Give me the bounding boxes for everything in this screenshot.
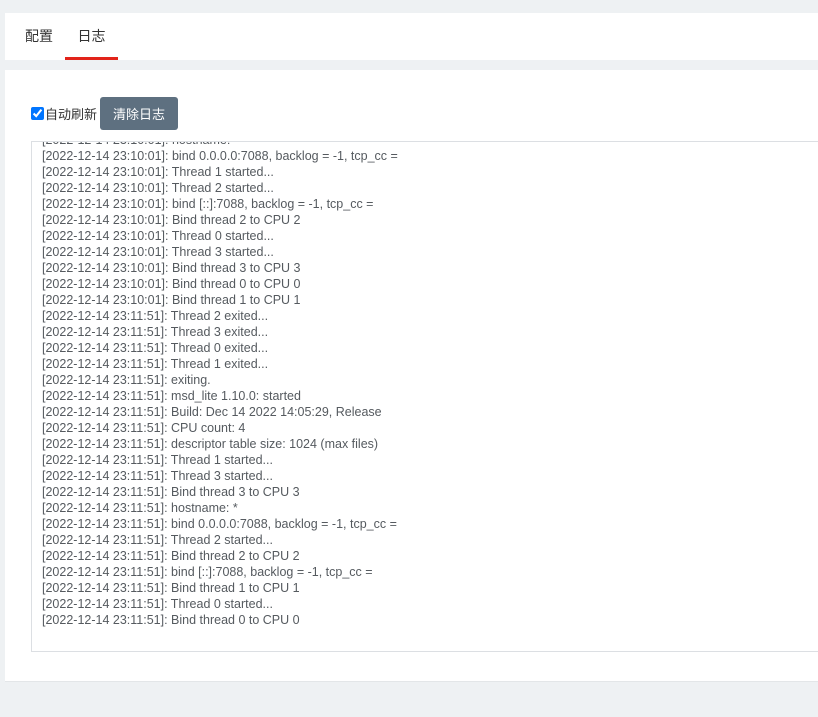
tab-config[interactable]: 配置 — [19, 13, 59, 60]
log-line: [2022-12-14 23:10:01]: Bind thread 2 to … — [42, 213, 301, 227]
log-lines: [2022-12-14 23:10:01]: hostname: *[2022-… — [42, 142, 398, 628]
log-line: [2022-12-14 23:10:01]: bind 0.0.0.0:7088… — [42, 149, 398, 163]
log-line: [2022-12-14 23:11:51]: Bind thread 1 to … — [42, 581, 300, 595]
log-line: [2022-12-14 23:11:51]: Bind thread 0 to … — [42, 613, 300, 627]
log-line: [2022-12-14 23:10:01]: Bind thread 3 to … — [42, 261, 301, 275]
tab-bar: 配置 日志 — [5, 13, 818, 60]
log-line: [2022-12-14 23:10:01]: Thread 1 started.… — [42, 165, 274, 179]
log-line: [2022-12-14 23:11:51]: Build: Dec 14 202… — [42, 405, 382, 419]
log-line: [2022-12-14 23:11:51]: exiting. — [42, 373, 211, 387]
log-line: [2022-12-14 23:10:01]: Thread 2 started.… — [42, 181, 274, 195]
log-line: [2022-12-14 23:11:51]: Thread 2 exited..… — [42, 309, 269, 323]
log-line: [2022-12-14 23:10:01]: Bind thread 1 to … — [42, 293, 301, 307]
log-line: [2022-12-14 23:11:51]: Bind thread 3 to … — [42, 485, 300, 499]
log-line: [2022-12-14 23:11:51]: Thread 1 exited..… — [42, 357, 269, 371]
log-line: [2022-12-14 23:11:51]: hostname: * — [42, 501, 238, 515]
tab-log[interactable]: 日志 — [65, 13, 118, 60]
log-line: [2022-12-14 23:11:51]: Thread 0 exited..… — [42, 341, 269, 355]
log-panel: 自动刷新 清除日志 [2022-12-14 23:10:01]: hostnam… — [5, 70, 818, 682]
log-output[interactable]: [2022-12-14 23:10:01]: hostname: *[2022-… — [31, 141, 818, 652]
log-line: [2022-12-14 23:11:51]: Bind thread 2 to … — [42, 549, 300, 563]
auto-refresh-checkbox[interactable] — [31, 107, 44, 120]
auto-refresh-toggle[interactable]: 自动刷新 — [31, 104, 97, 123]
log-toolbar: 自动刷新 清除日志 — [31, 97, 179, 130]
log-line: [2022-12-14 23:10:01]: hostname: * — [42, 142, 398, 148]
log-line: [2022-12-14 23:10:01]: Thread 3 started.… — [42, 245, 274, 259]
log-line: [2022-12-14 23:11:51]: Thread 2 started.… — [42, 533, 273, 547]
log-line: [2022-12-14 23:11:51]: Thread 0 started.… — [42, 597, 273, 611]
clear-log-button[interactable]: 清除日志 — [100, 97, 179, 130]
log-line: [2022-12-14 23:10:01]: Thread 0 started.… — [42, 229, 274, 243]
log-line: [2022-12-14 23:11:51]: bind [::]:7088, b… — [42, 565, 373, 579]
log-line: [2022-12-14 23:11:51]: Thread 3 exited..… — [42, 325, 269, 339]
log-line: [2022-12-14 23:11:51]: bind 0.0.0.0:7088… — [42, 517, 397, 531]
log-line: [2022-12-14 23:11:51]: Thread 3 started.… — [42, 469, 273, 483]
log-line: [2022-12-14 23:11:51]: msd_lite 1.10.0: … — [42, 389, 301, 403]
log-line: [2022-12-14 23:10:01]: bind [::]:7088, b… — [42, 197, 374, 211]
log-line: [2022-12-14 23:10:01]: Bind thread 0 to … — [42, 277, 301, 291]
log-line: [2022-12-14 23:11:51]: descriptor table … — [42, 437, 379, 451]
auto-refresh-label: 自动刷新 — [45, 107, 98, 122]
log-line: [2022-12-14 23:11:51]: Thread 1 started.… — [42, 453, 273, 467]
log-line: [2022-12-14 23:11:51]: CPU count: 4 — [42, 421, 246, 435]
